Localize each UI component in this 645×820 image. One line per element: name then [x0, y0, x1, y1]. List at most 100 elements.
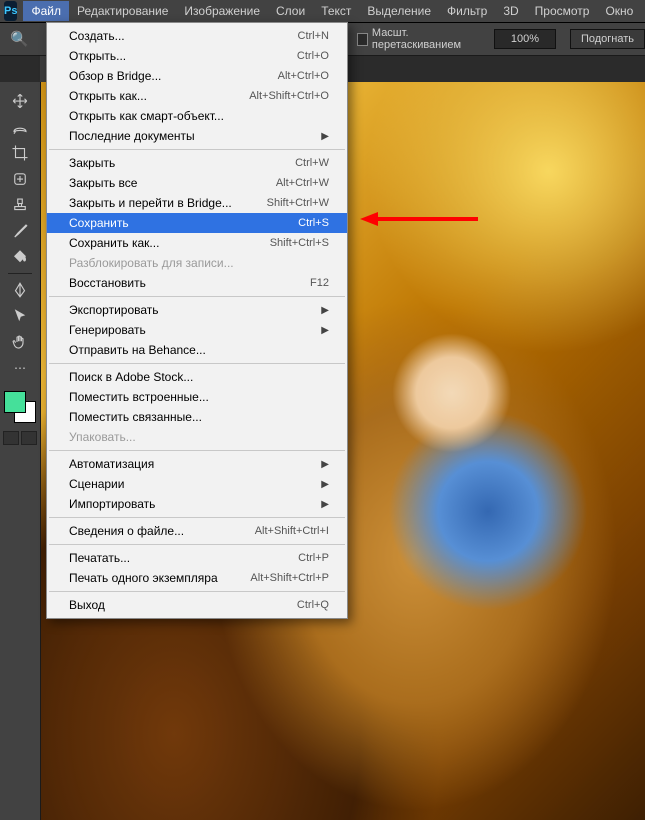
menu-item[interactable]: Сценарии▶ — [47, 474, 347, 494]
fit-screen-button[interactable]: Подогнать — [570, 29, 645, 49]
menubar: Ps ФайлРедактированиеИзображениеСлоиТекс… — [0, 0, 645, 23]
menu-shortcut: F12 — [310, 277, 329, 289]
menu-item[interactable]: Автоматизация▶ — [47, 454, 347, 474]
menu-item[interactable]: Последние документы ▶ — [47, 126, 347, 146]
menu-item-label: Сохранить — [69, 216, 129, 230]
annotation-arrow-icon — [360, 209, 480, 229]
quick-mask-icon[interactable] — [21, 431, 37, 445]
menu-item-label: Печатать... — [69, 551, 130, 565]
move-tool[interactable] — [6, 89, 34, 113]
menu-текст[interactable]: Текст — [313, 1, 359, 21]
menu-item-label: Закрыть все — [69, 176, 137, 190]
menu-item-label: Поместить связанные... — [69, 410, 202, 424]
menu-item-label: Сведения о файле... — [69, 524, 184, 538]
menu-item[interactable]: ВыходCtrl+Q — [47, 595, 347, 615]
brush-tool[interactable] — [6, 219, 34, 243]
path-select-tool[interactable] — [6, 304, 34, 328]
menu-файл[interactable]: Файл — [23, 1, 69, 21]
menu-item[interactable]: Открыть как...Alt+Shift+Ctrl+O — [47, 86, 347, 106]
menu-shortcut: Shift+Ctrl+S — [270, 237, 329, 249]
menu-shortcut: Alt+Ctrl+O — [278, 70, 329, 82]
menu-item-label: Сохранить как... — [69, 236, 159, 250]
menu-item[interactable]: Открыть...Ctrl+O — [47, 46, 347, 66]
menu-фильтр[interactable]: Фильтр — [439, 1, 495, 21]
submenu-arrow-icon: ▶ — [321, 131, 329, 142]
menu-3d[interactable]: 3D — [495, 1, 526, 21]
menu-item: Разблокировать для записи... — [47, 253, 347, 273]
search-icon[interactable]: 🔍 — [10, 30, 29, 48]
menu-item[interactable]: Поместить связанные... — [47, 407, 347, 427]
menu-item[interactable]: Печать одного экземпляраAlt+Shift+Ctrl+P — [47, 568, 347, 588]
menu-item-label: Упаковать... — [69, 430, 136, 444]
menu-separator — [49, 296, 345, 297]
menu-separator — [49, 517, 345, 518]
menu-shortcut: Alt+Shift+Ctrl+P — [250, 572, 329, 584]
menu-item-label: Создать... — [69, 29, 125, 43]
crop-tool[interactable] — [6, 141, 34, 165]
more-tools[interactable]: ⋯ — [6, 356, 34, 380]
menu-separator — [49, 149, 345, 150]
menu-item[interactable]: Сведения о файле... Alt+Shift+Ctrl+I — [47, 521, 347, 541]
menu-item-label: Выход — [69, 598, 105, 612]
menu-item[interactable]: Закрыть и перейти в Bridge... Shift+Ctrl+… — [47, 193, 347, 213]
scrubby-zoom-label: Масшт. перетаскиванием — [372, 27, 480, 51]
menu-item[interactable]: Сохранить как... Shift+Ctrl+S — [47, 233, 347, 253]
menu-item[interactable]: Закрыть все Alt+Ctrl+W — [47, 173, 347, 193]
menu-shortcut: Ctrl+W — [295, 157, 329, 169]
menu-shortcut: Alt+Shift+Ctrl+O — [249, 90, 329, 102]
standard-mode-icon[interactable] — [3, 431, 19, 445]
app-logo: Ps — [4, 1, 17, 21]
scrubby-zoom-checkbox[interactable]: Масшт. перетаскиванием — [357, 27, 480, 51]
menu-слои[interactable]: Слои — [268, 1, 313, 21]
menu-item[interactable]: Генерировать▶ — [47, 320, 347, 340]
submenu-arrow-icon: ▶ — [321, 305, 329, 316]
menu-item[interactable]: ЗакрытьCtrl+W — [47, 153, 347, 173]
menu-shortcut: Shift+Ctrl+W — [267, 197, 329, 209]
menu-item[interactable]: Печатать...Ctrl+P — [47, 548, 347, 568]
menu-с[interactable]: С — [641, 1, 645, 21]
menu-item-label: Восстановить — [69, 276, 146, 290]
menu-изображение[interactable]: Изображение — [176, 1, 268, 21]
menu-shortcut: Alt+Shift+Ctrl+I — [255, 525, 329, 537]
menu-item[interactable]: Сохранить Ctrl+S — [47, 213, 347, 233]
stamp-tool[interactable] — [6, 193, 34, 217]
menu-item-label: Автоматизация — [69, 457, 154, 471]
menu-item[interactable]: Импортировать▶ — [47, 494, 347, 514]
menu-separator — [49, 591, 345, 592]
hand-tool[interactable] — [6, 330, 34, 354]
menu-shortcut: Ctrl+S — [298, 217, 329, 229]
healing-brush-tool[interactable] — [6, 167, 34, 191]
menu-просмотр[interactable]: Просмотр — [527, 1, 598, 21]
menu-item-label: Экспортировать — [69, 303, 159, 317]
zoom-level-field[interactable]: 100% — [494, 29, 556, 49]
menu-item[interactable]: Поместить встроенные... — [47, 387, 347, 407]
menu-item-label: Поиск в Adobe Stock... — [69, 370, 193, 384]
menu-item-label: Сценарии — [69, 477, 124, 491]
menu-shortcut: Ctrl+N — [298, 30, 329, 42]
menu-item[interactable]: Экспортировать ▶ — [47, 300, 347, 320]
menu-separator — [49, 544, 345, 545]
foreground-color-swatch[interactable] — [4, 391, 26, 413]
menu-item[interactable]: Отправить на Behance... — [47, 340, 347, 360]
menu-item-label: Импортировать — [69, 497, 155, 511]
menu-item-label: Обзор в Bridge... — [69, 69, 161, 83]
pen-tool[interactable] — [6, 278, 34, 302]
menu-item[interactable]: Восстановить F12 — [47, 273, 347, 293]
checkbox-icon — [357, 33, 368, 46]
menu-выделение[interactable]: Выделение — [359, 1, 439, 21]
menu-item[interactable]: Обзор в Bridge... Alt+Ctrl+O — [47, 66, 347, 86]
menu-item-label: Закрыть и перейти в Bridge... — [69, 196, 232, 210]
menu-item[interactable]: Открыть как смарт-объект... — [47, 106, 347, 126]
menu-редактирование[interactable]: Редактирование — [69, 1, 176, 21]
bucket-tool[interactable] — [6, 245, 34, 269]
menu-item[interactable]: Поиск в Adobe Stock... — [47, 367, 347, 387]
menu-item-label: Последние документы — [69, 129, 195, 143]
lasso-tool[interactable] — [6, 115, 34, 139]
menu-item[interactable]: Создать... Ctrl+N — [47, 26, 347, 46]
menu-окно[interactable]: Окно — [597, 1, 641, 21]
menu-shortcut: Alt+Ctrl+W — [276, 177, 329, 189]
menu-item-label: Генерировать — [69, 323, 146, 337]
color-swatches[interactable] — [4, 391, 36, 423]
menu-item-label: Разблокировать для записи... — [69, 256, 234, 270]
menu-item-label: Открыть как смарт-объект... — [69, 109, 224, 123]
